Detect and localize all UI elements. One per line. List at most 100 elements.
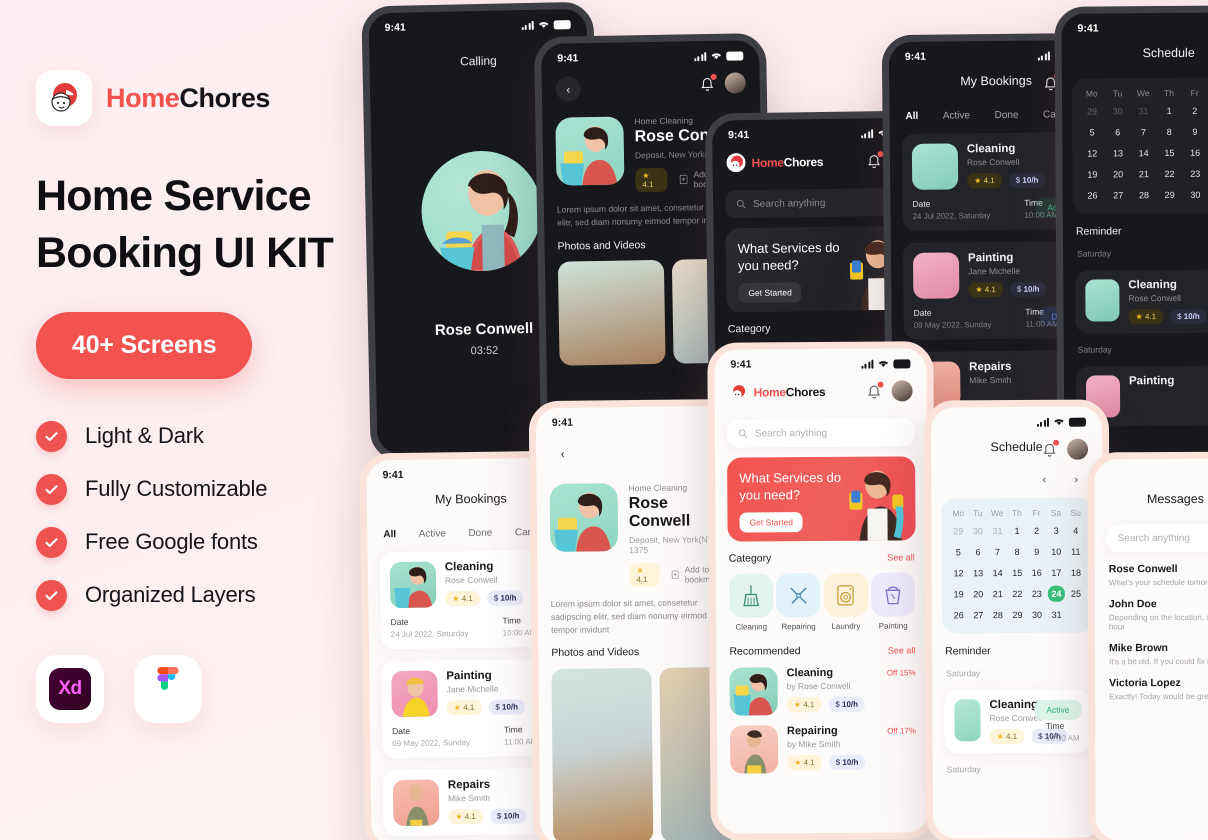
calendar-day[interactable]: 14: [1132, 145, 1156, 161]
calendar-day[interactable]: 15: [1157, 145, 1181, 161]
calendar-day[interactable]: [1067, 607, 1085, 623]
calendar-day[interactable]: 22: [1009, 586, 1027, 602]
tab-done[interactable]: Done: [468, 528, 492, 539]
calendar-day[interactable]: 6: [969, 544, 987, 560]
calendar-day[interactable]: 16: [1183, 145, 1207, 161]
calendar-day[interactable]: 5: [1080, 124, 1104, 140]
get-started-button[interactable]: Get Started: [738, 282, 802, 304]
calendar-day[interactable]: 1: [1008, 523, 1026, 539]
calendar-day[interactable]: 20: [1106, 166, 1130, 182]
reminder-card[interactable]: Cleaning Rose Conwell ★ 4.1 $ 10/h Activ…: [944, 689, 1092, 754]
message-thread[interactable]: Victoria Lopez Exactly! Today would be g…: [1109, 677, 1208, 701]
recommended-item[interactable]: Cleaning by Rose Conwell ★ 4.1 $ 10/h Of…: [729, 666, 916, 716]
calendar-day[interactable]: 10: [1047, 544, 1065, 560]
calendar-day[interactable]: 12: [1080, 145, 1104, 161]
calendar-day[interactable]: 14: [989, 565, 1007, 581]
avatar[interactable]: [724, 72, 746, 94]
calendar-day[interactable]: 22: [1158, 166, 1182, 182]
weekday-header: Fr: [1190, 87, 1199, 98]
calendar-day[interactable]: 26: [950, 607, 968, 623]
calendar-day[interactable]: 7: [1132, 124, 1156, 140]
calendar-day[interactable]: 30: [1183, 187, 1207, 203]
bell-icon[interactable]: [865, 150, 884, 170]
calendar-day[interactable]: 27: [1106, 187, 1130, 203]
calendar-day[interactable]: 13: [1106, 145, 1130, 161]
calendar-day[interactable]: 29: [1080, 103, 1104, 119]
category-item-cleaning[interactable]: Cleaning: [728, 573, 774, 632]
calendar-day[interactable]: 2: [1183, 103, 1207, 119]
calendar-day[interactable]: 25: [1067, 586, 1085, 602]
calendar-day[interactable]: 11: [1067, 544, 1085, 560]
calendar-day[interactable]: 8: [1157, 124, 1181, 140]
calendar-day[interactable]: 31: [989, 523, 1007, 539]
calendar-day[interactable]: 30: [1106, 103, 1130, 119]
calendar-day[interactable]: 31: [1048, 607, 1066, 623]
calendar-day[interactable]: 15: [1008, 565, 1026, 581]
photo-thumb[interactable]: [551, 668, 654, 840]
calendar-day[interactable]: 1: [1157, 103, 1181, 119]
bell-icon[interactable]: [866, 381, 884, 400]
photo-thumb[interactable]: [557, 259, 666, 366]
recommended-item[interactable]: Repairing by Mike Smith ★ 4.1 $ 10/h Off…: [729, 724, 916, 774]
avatar[interactable]: [891, 380, 913, 402]
tab-active[interactable]: Active: [419, 528, 446, 539]
bell-icon[interactable]: [1041, 439, 1060, 458]
calendar-day[interactable]: 8: [1008, 544, 1026, 560]
calendar-day[interactable]: 13: [969, 565, 987, 581]
calendar-day[interactable]: 31: [1131, 103, 1155, 119]
calendar-day[interactable]: 6: [1106, 124, 1130, 140]
calendar-day[interactable]: 16: [1028, 565, 1046, 581]
message-thread[interactable]: John Doe Depending on the location, say …: [1109, 598, 1208, 631]
calendar-day[interactable]: 4: [1067, 523, 1085, 539]
reminder-card[interactable]: Cleaning Rose Conwell ★ 4.1 $ 10/h: [1075, 269, 1208, 334]
calendar-day[interactable]: 18: [1067, 565, 1085, 581]
message-thread[interactable]: Mike Brown It's a bit old. If you could …: [1109, 642, 1208, 666]
calendar-day[interactable]: 2: [1028, 523, 1046, 539]
search-input[interactable]: Search anything: [1106, 523, 1208, 553]
calendar-day[interactable]: 30: [1028, 607, 1046, 623]
calendar-day[interactable]: 12: [950, 565, 968, 581]
calendar-day[interactable]: 5: [950, 544, 968, 560]
calendar-day[interactable]: 26: [1081, 187, 1105, 203]
tab-all[interactable]: All: [383, 529, 396, 540]
calendar-day[interactable]: 23: [1028, 586, 1046, 602]
see-all-link[interactable]: See all: [887, 552, 915, 562]
calendar-day[interactable]: 27: [969, 607, 987, 623]
calendar-day[interactable]: 23: [1183, 166, 1207, 182]
calendar-day[interactable]: 7: [989, 544, 1007, 560]
calendar-day[interactable]: 21: [1132, 166, 1156, 182]
get-started-button[interactable]: Get Started: [739, 512, 804, 533]
see-all-link[interactable]: See all: [888, 645, 916, 655]
calendar-day[interactable]: 9: [1028, 544, 1046, 560]
calendar-day[interactable]: 21: [989, 586, 1007, 602]
calendar-day[interactable]: 28: [1132, 187, 1156, 203]
tab-done[interactable]: Done: [995, 110, 1019, 121]
calendar-day[interactable]: 28: [989, 607, 1007, 623]
calendar-day[interactable]: 19: [1080, 166, 1104, 182]
category-item-repairing[interactable]: Repairing: [776, 573, 821, 631]
tab-active[interactable]: Active: [943, 110, 970, 121]
calendar-day[interactable]: 29: [1009, 607, 1027, 623]
calendar-day-selected[interactable]: 24: [1047, 585, 1066, 602]
calendar-day[interactable]: 3: [1047, 523, 1065, 539]
chevron-left-icon[interactable]: ‹: [1034, 470, 1054, 490]
calendar-day[interactable]: 19: [950, 586, 968, 602]
calendar-day[interactable]: 29: [949, 523, 967, 539]
avatar[interactable]: [1067, 438, 1089, 460]
chevron-left-icon[interactable]: ‹: [555, 76, 582, 102]
calendar-day[interactable]: 9: [1183, 124, 1207, 140]
tab-all[interactable]: All: [905, 111, 918, 122]
phone-home-light: 9:41 HomeChores Search anything What Ser…: [707, 341, 937, 840]
rating-chip: ★ 4.1: [1128, 309, 1164, 325]
chevron-right-icon[interactable]: ›: [1066, 470, 1086, 490]
calendar-day[interactable]: 20: [969, 586, 987, 602]
category-item-laundry[interactable]: Laundry: [823, 572, 868, 631]
calendar-day[interactable]: 29: [1158, 187, 1182, 203]
search-input[interactable]: Search anything: [726, 418, 915, 448]
calendar-day[interactable]: 30: [969, 523, 987, 539]
calendar-day[interactable]: 17: [1048, 565, 1066, 581]
chevron-left-icon[interactable]: ‹: [550, 441, 575, 466]
message-thread[interactable]: Rose Conwell What's your schedule tomorr…: [1109, 563, 1208, 587]
category-item-painting[interactable]: Painting: [870, 572, 916, 631]
bell-icon[interactable]: [699, 73, 717, 92]
